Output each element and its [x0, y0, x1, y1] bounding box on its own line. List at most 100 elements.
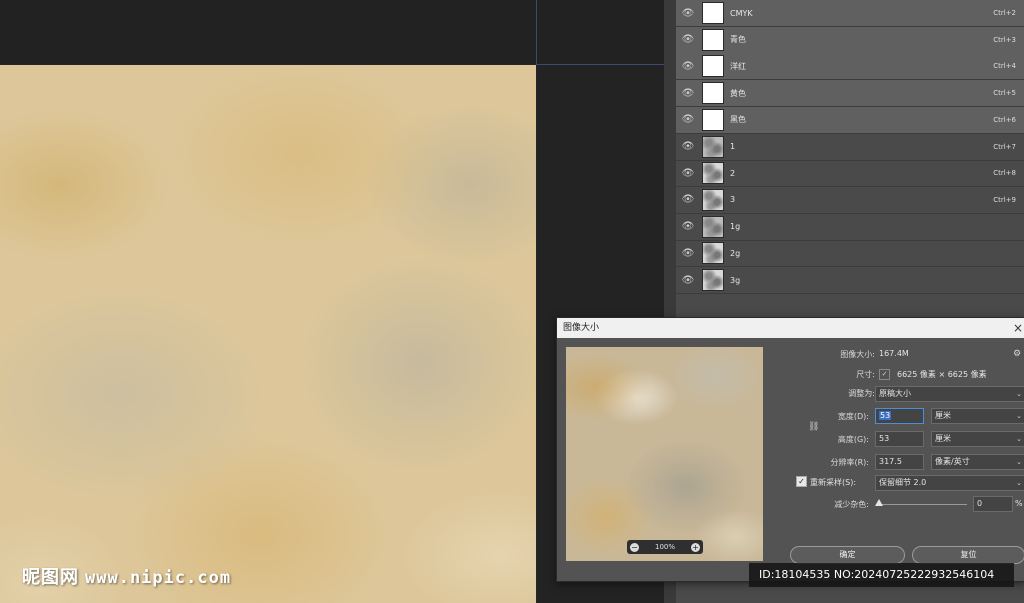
zoom-out-icon[interactable]: −	[630, 542, 639, 552]
channel-shortcut: Ctrl+9	[993, 195, 1016, 204]
chevron-down-icon: ⌄	[1016, 435, 1022, 443]
zoom-control: − 100% +	[627, 540, 703, 554]
visibility-eye-icon[interactable]: 👁	[678, 168, 698, 179]
id-watermark: ID:18104535 NO:20240725222932546104	[749, 563, 1014, 587]
image-preview[interactable]: − 100% +	[566, 347, 763, 561]
dialog-titlebar[interactable]: 图像大小 ×	[557, 318, 1024, 338]
dialog-title: 图像大小	[563, 323, 600, 333]
zoom-in-icon[interactable]: +	[690, 542, 700, 552]
visibility-eye-icon[interactable]: 👁	[678, 114, 698, 125]
visibility-eye-icon[interactable]: 👁	[678, 61, 698, 72]
channel-thumbnail	[702, 28, 724, 51]
visibility-eye-icon[interactable]: 👁	[678, 221, 698, 232]
chevron-down-icon: ⌄	[1016, 390, 1022, 398]
image-size-value: 167.4M	[879, 349, 909, 358]
resolution-input[interactable]: 317.5	[875, 454, 924, 470]
channel-thumbnail	[702, 55, 724, 78]
channel-thumbnail	[702, 2, 724, 24]
visibility-eye-icon[interactable]: 👁	[678, 194, 698, 205]
channel-shortcut: Ctrl+7	[993, 142, 1016, 151]
gear-icon[interactable]: ⚙	[1013, 349, 1021, 359]
channel-name: 2g	[730, 248, 741, 258]
dimensions-value: 6625 像素 × 6625 像素	[897, 370, 987, 379]
noise-input[interactable]: 0	[973, 496, 1013, 512]
site-watermark: 昵图网 www.nipic.com	[22, 563, 231, 589]
fit-to-label: 调整为:	[848, 389, 875, 398]
channel-shortcut: Ctrl+3	[993, 35, 1016, 44]
reset-button[interactable]: 复位	[912, 546, 1024, 564]
noise-slider-track[interactable]	[879, 504, 967, 505]
chevron-down-icon: ⌄	[1016, 458, 1022, 466]
height-label: 高度(G):	[837, 435, 869, 444]
channel-row[interactable]: 👁 黄色 Ctrl+5	[676, 80, 1024, 108]
channel-shortcut: Ctrl+5	[993, 89, 1016, 98]
channel-name: 3g	[730, 275, 741, 285]
channel-row[interactable]: 👁 青色 Ctrl+3	[676, 26, 1024, 54]
channel-thumbnail	[702, 215, 724, 238]
visibility-eye-icon[interactable]: 👁	[678, 275, 698, 286]
height-unit-select[interactable]: 厘米 ⌄	[931, 431, 1024, 447]
resample-select[interactable]: 保留细节 2.0 ⌄	[875, 475, 1024, 491]
width-unit-select[interactable]: 厘米 ⌄	[931, 408, 1024, 424]
channel-row[interactable]: 👁 2 Ctrl+8	[676, 160, 1024, 188]
link-constrain-icon[interactable]: ⛓	[808, 422, 819, 432]
channel-row[interactable]: 👁 1g	[676, 214, 1024, 241]
close-icon[interactable]: ×	[1013, 318, 1023, 338]
channel-shortcut: Ctrl+2	[993, 9, 1016, 17]
channel-name: 1	[730, 142, 736, 151]
channel-thumbnail	[702, 242, 724, 265]
channel-name: 黄色	[730, 88, 746, 98]
resolution-label: 分辨率(R):	[830, 458, 870, 467]
width-input[interactable]: 53	[875, 408, 924, 424]
dimensions-label: 尺寸:	[856, 370, 875, 379]
channel-row[interactable]: 👁 3 Ctrl+9	[676, 187, 1024, 214]
channel-name: 洋红	[730, 61, 746, 71]
watermark-logo: 昵图网	[22, 567, 79, 588]
pasteboard	[0, 0, 664, 64]
channel-shortcut: Ctrl+4	[993, 62, 1016, 71]
channel-thumbnail	[702, 162, 724, 185]
resample-checkbox[interactable]: ✓	[796, 476, 807, 487]
channel-row[interactable]: 👁 2g	[676, 240, 1024, 268]
visibility-eye-icon[interactable]: 👁	[678, 88, 698, 99]
channel-thumbnail	[702, 188, 724, 211]
channel-row[interactable]: 👁 洋红 Ctrl+4	[676, 53, 1024, 81]
ok-button[interactable]: 确定	[790, 546, 905, 564]
channel-row[interactable]: 👁 3g	[676, 267, 1024, 294]
chevron-down-icon: ⌄	[1016, 479, 1022, 487]
noise-unit: %	[1015, 499, 1023, 508]
canvas-guide-vertical	[536, 0, 537, 64]
channel-shortcut: Ctrl+8	[993, 169, 1016, 178]
resolution-value: 317.5	[879, 457, 902, 466]
visibility-eye-icon[interactable]: 👁	[678, 34, 698, 45]
channel-row[interactable]: 👁 CMYK Ctrl+2	[676, 0, 1024, 27]
visibility-eye-icon[interactable]: 👁	[678, 248, 698, 259]
image-size-dialog: 图像大小 × − 100% + 图像大小: 167.4M ⚙ 尺寸: ✓ 662…	[556, 317, 1024, 582]
noise-value: 0	[977, 499, 983, 508]
channel-name: 青色	[730, 35, 746, 45]
resolution-unit-select[interactable]: 像素/英寸 ⌄	[931, 454, 1024, 470]
channel-thumbnail	[702, 269, 724, 291]
visibility-eye-icon[interactable]: 👁	[678, 141, 698, 152]
resample-label: 重新采样(S):	[810, 478, 857, 487]
noise-slider-thumb[interactable]	[875, 499, 883, 506]
height-unit: 厘米	[935, 434, 951, 443]
channel-name: 3	[730, 195, 736, 205]
fit-to-select[interactable]: 原稿大小 ⌄	[875, 386, 1024, 402]
watermark-site: www.nipic.com	[85, 568, 232, 588]
document-canvas-image[interactable]	[0, 65, 536, 603]
channel-name: CMYK	[730, 8, 753, 18]
channel-row[interactable]: 👁 黑色 Ctrl+6	[676, 106, 1024, 134]
channel-thumbnail	[702, 82, 724, 105]
dimensions-dropdown-icon[interactable]: ✓	[879, 369, 890, 380]
channel-row[interactable]: 👁 1 Ctrl+7	[676, 134, 1024, 161]
channel-thumbnail	[702, 108, 724, 131]
width-value: 53	[879, 411, 892, 420]
image-size-label: 图像大小:	[840, 350, 875, 359]
visibility-eye-icon[interactable]: 👁	[678, 8, 698, 19]
channel-name: 黑色	[730, 115, 746, 125]
chevron-down-icon: ⌄	[1016, 412, 1022, 420]
noise-label: 减少杂色:	[834, 500, 869, 509]
height-input[interactable]: 53	[875, 431, 924, 447]
zoom-level: 100%	[654, 543, 675, 551]
